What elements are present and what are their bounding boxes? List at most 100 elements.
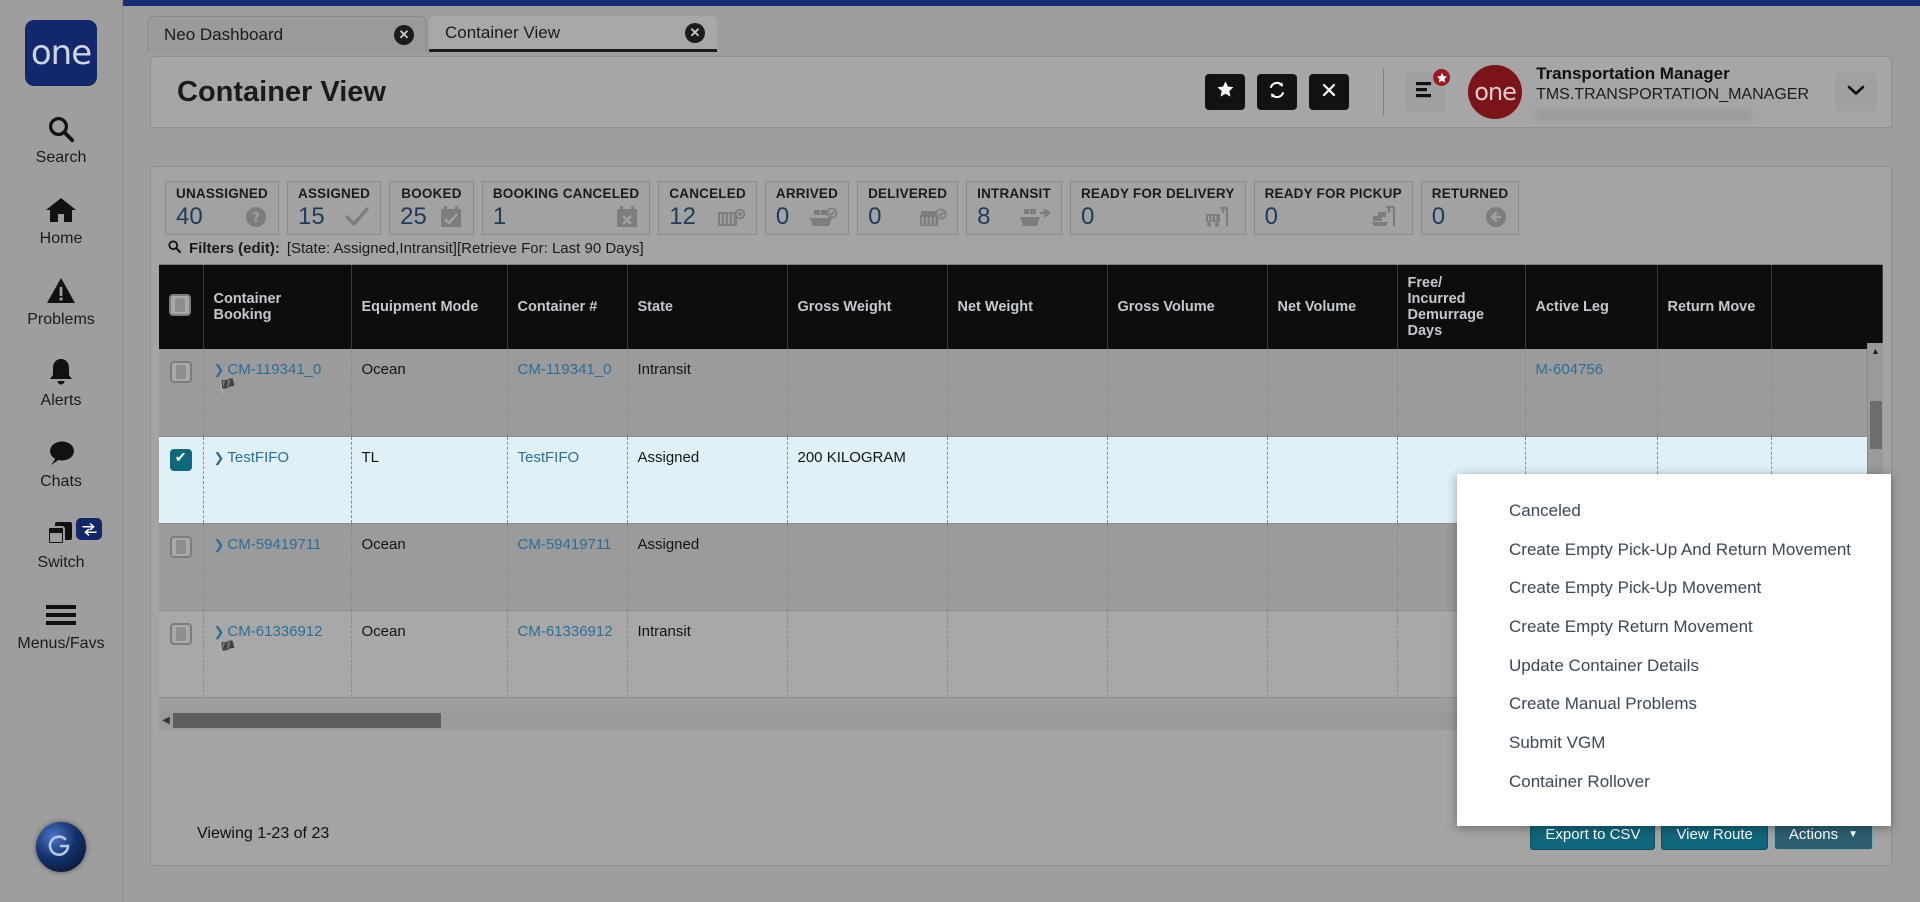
actions-dropdown-menu[interactable]: Canceled Create Empty Pick-Up And Return… [1457, 474, 1891, 826]
row-checkbox[interactable] [169, 361, 192, 383]
row-checkbox[interactable] [169, 448, 192, 471]
scroll-up-arrow-icon[interactable]: ▲ [1868, 343, 1883, 359]
search-icon [46, 112, 76, 146]
vertical-scroll-thumb[interactable] [1870, 401, 1882, 449]
switch-toggle-badge-icon[interactable] [76, 518, 102, 540]
cell-state: Intransit [627, 610, 788, 698]
sidebar-item-switch[interactable]: Switch [0, 517, 122, 572]
cell-active-leg[interactable]: M-604756 [1525, 349, 1658, 437]
menu-item-canceled[interactable]: Canceled [1457, 492, 1891, 531]
expand-chevron-icon[interactable]: ❯ [214, 362, 225, 377]
menu-item-create-empty-pickup-and-return-movement[interactable]: Create Empty Pick-Up And Return Movement [1457, 531, 1891, 570]
close-page-button[interactable] [1309, 74, 1350, 110]
status-tile-booked[interactable]: BOOKED 25 [389, 181, 474, 235]
sidebar-item-chats[interactable]: Chats [0, 436, 122, 491]
caret-down-icon: ▼ [1848, 828, 1858, 840]
menu-item-update-container-details[interactable]: Update Container Details [1457, 647, 1891, 686]
cell-container-number[interactable]: CM-119341_0 [507, 349, 628, 437]
tab-neo-dashboard[interactable]: Neo Dashboard ✕ [147, 16, 427, 52]
map-flag-icon[interactable]: 🏴 [219, 640, 236, 656]
row-checkbox[interactable] [169, 622, 192, 645]
row-select-cell[interactable] [159, 349, 204, 437]
sidebar-item-problems[interactable]: Problems [0, 274, 122, 329]
cell-container-number[interactable]: CM-59419711 [507, 523, 628, 611]
actions-button-label: Actions [1788, 825, 1839, 843]
container-booking-link[interactable]: CM-119341_0 [227, 361, 321, 378]
status-tile-canceled[interactable]: CANCELED 12 [658, 181, 757, 235]
row-checkbox[interactable] [169, 535, 192, 558]
column-demurrage-days[interactable]: Free/ Incurred Demurrage Days [1397, 265, 1526, 349]
container-booking-link[interactable]: CM-59419711 [227, 536, 321, 553]
user-menu-toggle[interactable] [1835, 73, 1877, 111]
sidebar-item-home[interactable]: Home [0, 193, 122, 248]
avatar[interactable]: one [1468, 65, 1523, 119]
sidebar-item-search[interactable]: Search [0, 112, 122, 167]
brand-logo[interactable]: one [25, 20, 97, 86]
status-tile-delivered[interactable]: DELIVERED 0 [857, 181, 959, 235]
expand-chevron-icon[interactable]: ❯ [214, 624, 225, 639]
row-select-cell[interactable] [159, 610, 204, 698]
column-equipment-mode[interactable]: Equipment Mode [351, 265, 508, 349]
status-tile-booking-canceled[interactable]: BOOKING CANCELED 1 [481, 181, 651, 235]
row-select-cell[interactable] [159, 436, 204, 524]
column-gross-weight[interactable]: Gross Weight [787, 265, 948, 349]
column-active-leg[interactable]: Active Leg [1525, 265, 1658, 349]
status-tile-ready-for-pickup[interactable]: READY FOR PICKUP 0 [1253, 181, 1413, 235]
column-return-move[interactable]: Return Move [1657, 265, 1772, 349]
column-net-weight[interactable]: Net Weight [947, 265, 1108, 349]
status-tile-ready-for-delivery[interactable]: READY FOR DELIVERY 0 [1069, 181, 1246, 235]
select-all-checkbox[interactable] [169, 294, 191, 316]
status-tile-unassigned[interactable]: UNASSIGNED 40 ? [165, 181, 280, 235]
container-booking-link[interactable]: TestFIFO [227, 449, 289, 466]
user-role-name: Transportation Manager [1536, 64, 1730, 84]
map-flag-icon[interactable]: 🏴 [219, 378, 236, 394]
status-tile-assigned[interactable]: ASSIGNED 15 [287, 181, 382, 235]
cell-container-number[interactable]: TestFIFO [507, 436, 628, 524]
expand-chevron-icon[interactable]: ❯ [214, 450, 225, 465]
menu-item-create-empty-return-movement[interactable]: Create Empty Return Movement [1457, 608, 1891, 647]
brand-logo-text: one [30, 33, 92, 73]
menu-item-create-empty-pickup-movement[interactable]: Create Empty Pick-Up Movement [1457, 569, 1891, 608]
close-icon[interactable]: ✕ [394, 24, 414, 45]
cell-container-booking[interactable]: ❯ CM-119341_0🏴 [203, 349, 352, 437]
close-icon[interactable]: ✕ [685, 22, 705, 43]
assistant-orb-icon[interactable] [36, 822, 86, 872]
container-booking-link[interactable]: CM-61336912 [227, 623, 322, 640]
tab-container-view[interactable]: Container View ✕ [429, 16, 717, 52]
tile-label: READY FOR DELIVERY [1080, 185, 1235, 201]
expand-chevron-icon[interactable]: ❯ [214, 537, 225, 552]
refresh-button[interactable] [1257, 74, 1298, 110]
sidebar-label-search: Search [35, 149, 87, 166]
scroll-left-arrow-icon[interactable]: ◀ [159, 715, 173, 726]
horizontal-scroll-thumb[interactable] [173, 713, 441, 728]
status-tile-arrived[interactable]: ARRIVED 0 [764, 181, 850, 235]
cell-container-booking[interactable]: ❯ CM-61336912🏴 [203, 610, 352, 698]
favorite-button[interactable] [1205, 74, 1246, 110]
table-row[interactable]: ❯ CM-119341_0🏴 Ocean CM-119341_0 Intransi… [159, 349, 1883, 437]
row-select-cell[interactable] [159, 523, 204, 611]
select-all-header[interactable] [159, 265, 204, 349]
column-container-number[interactable]: Container # [507, 265, 628, 349]
sidebar-item-alerts[interactable]: Alerts [0, 355, 122, 410]
column-container-booking[interactable]: Container Booking [203, 265, 352, 349]
sidebar-label-chats: Chats [40, 473, 82, 490]
column-net-volume[interactable]: Net Volume [1267, 265, 1398, 349]
cell-container-number[interactable]: CM-61336912 [507, 610, 628, 698]
tile-label: RETURNED [1431, 185, 1509, 201]
filters-label[interactable]: Filters (edit): [189, 240, 280, 257]
column-gross-volume[interactable]: Gross Volume [1107, 265, 1268, 349]
svg-text:?: ? [252, 211, 260, 226]
status-tile-returned[interactable]: RETURNED 0 [1420, 181, 1520, 235]
cell-gross-volume [1107, 349, 1268, 437]
menu-item-create-manual-problems[interactable]: Create Manual Problems [1457, 685, 1891, 724]
cell-container-booking[interactable]: ❯ CM-59419711 [203, 523, 352, 611]
sidebar-item-menus-favs[interactable]: Menus/Favs [0, 598, 122, 653]
status-tile-intransit[interactable]: INTRANSIT 8 [966, 181, 1062, 235]
column-state[interactable]: State [627, 265, 788, 349]
header-list-menu-button[interactable] [1406, 67, 1453, 112]
filters-bar[interactable]: Filters (edit): [State: Assigned,Intrans… [151, 235, 1891, 264]
tile-label: ARRIVED [775, 185, 839, 201]
menu-item-submit-vgm[interactable]: Submit VGM [1457, 724, 1891, 763]
cell-container-booking[interactable]: ❯ TestFIFO [203, 436, 352, 524]
menu-item-container-rollover[interactable]: Container Rollover [1457, 763, 1891, 802]
